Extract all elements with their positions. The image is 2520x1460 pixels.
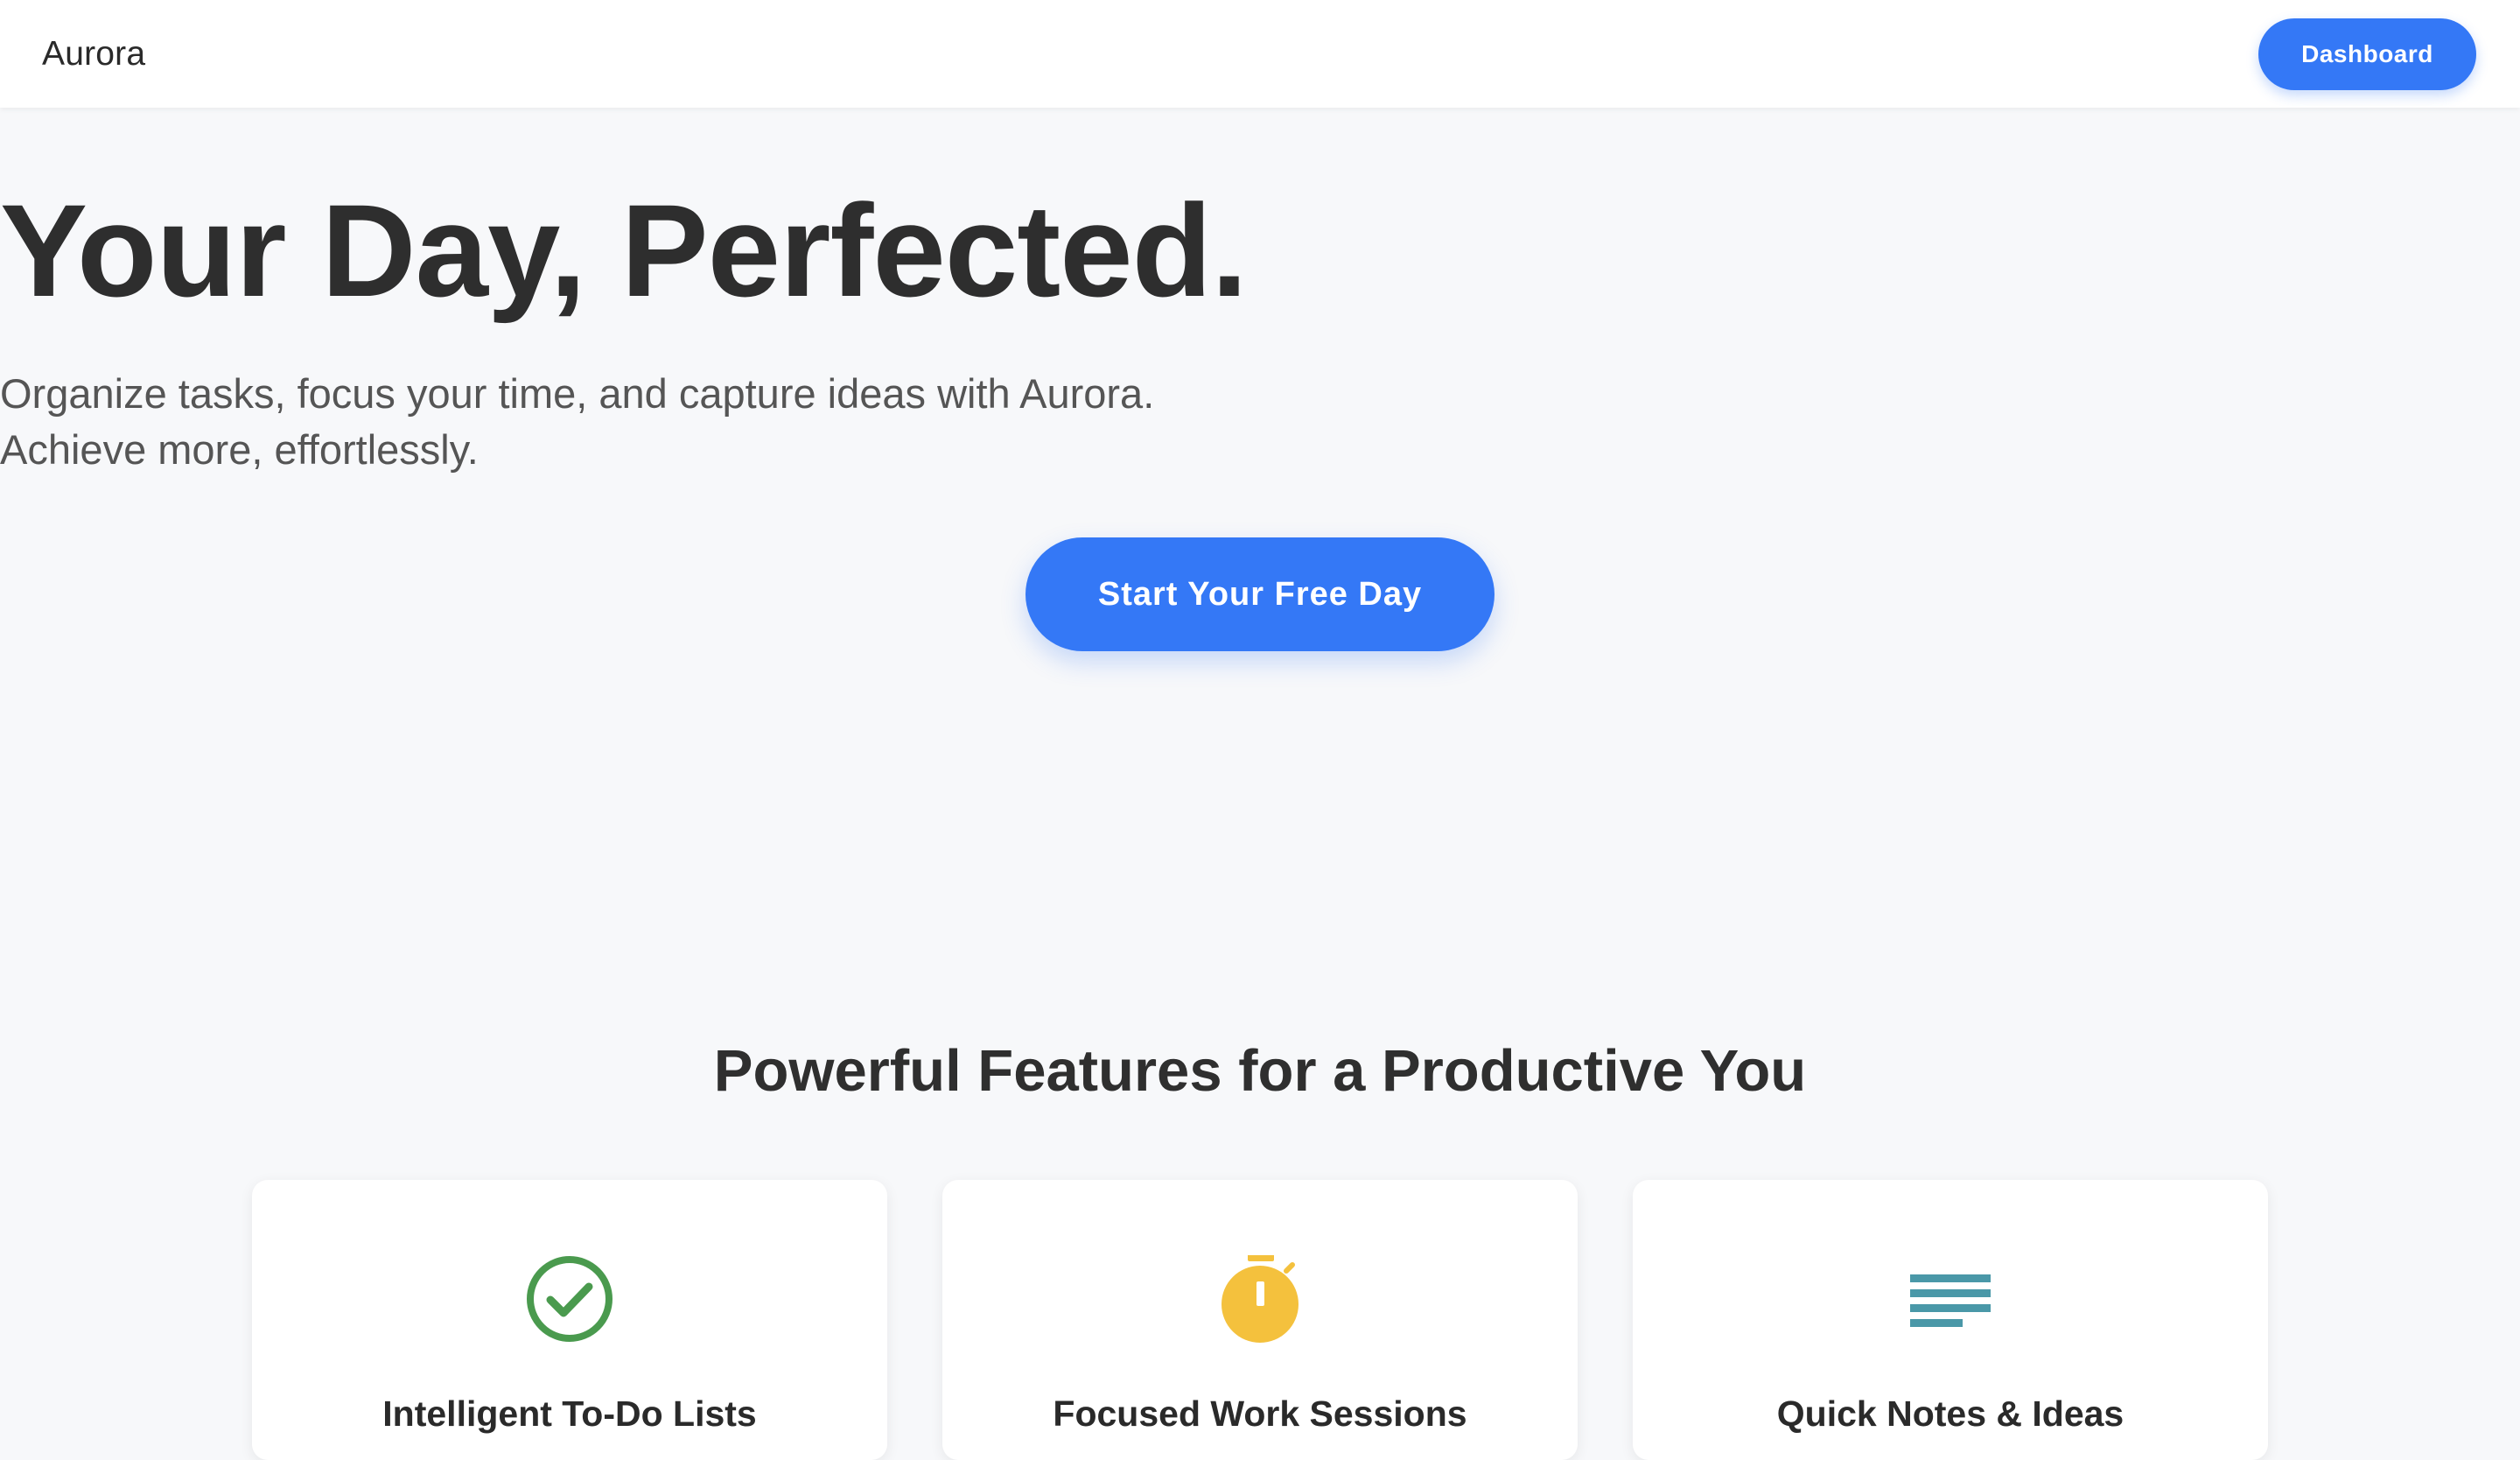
feature-card-notes: Quick Notes & Ideas	[1633, 1180, 2268, 1460]
dashboard-button[interactable]: Dashboard	[2258, 18, 2476, 90]
top-navigation-bar: Aurora Dashboard	[0, 0, 2520, 108]
hero-subtitle-line-2: Achieve more, effortlessly.	[0, 426, 479, 473]
feature-card-title: Quick Notes & Ideas	[1776, 1393, 2124, 1434]
hero-subtitle-line-1: Organize tasks, focus your time, and cap…	[0, 370, 1155, 417]
start-free-day-button[interactable]: Start Your Free Day	[1026, 537, 1494, 651]
brand-logo-text[interactable]: Aurora	[42, 35, 145, 74]
notes-lines-icon	[1907, 1255, 1994, 1343]
feature-card-title: Intelligent To-Do Lists	[382, 1393, 757, 1434]
feature-card-todo: Intelligent To-Do Lists	[252, 1180, 887, 1460]
features-section-title: Powerful Features for a Productive You	[713, 1038, 1807, 1104]
hero-subtitle: Organize tasks, focus your time, and cap…	[0, 366, 2520, 478]
check-circle-icon	[526, 1255, 613, 1343]
hero-title: Your Day, Perfected.	[0, 177, 1248, 324]
stopwatch-icon	[1216, 1253, 1304, 1343]
feature-card-focus: Focused Work Sessions	[942, 1180, 1578, 1460]
feature-card-title: Focused Work Sessions	[1053, 1393, 1467, 1434]
